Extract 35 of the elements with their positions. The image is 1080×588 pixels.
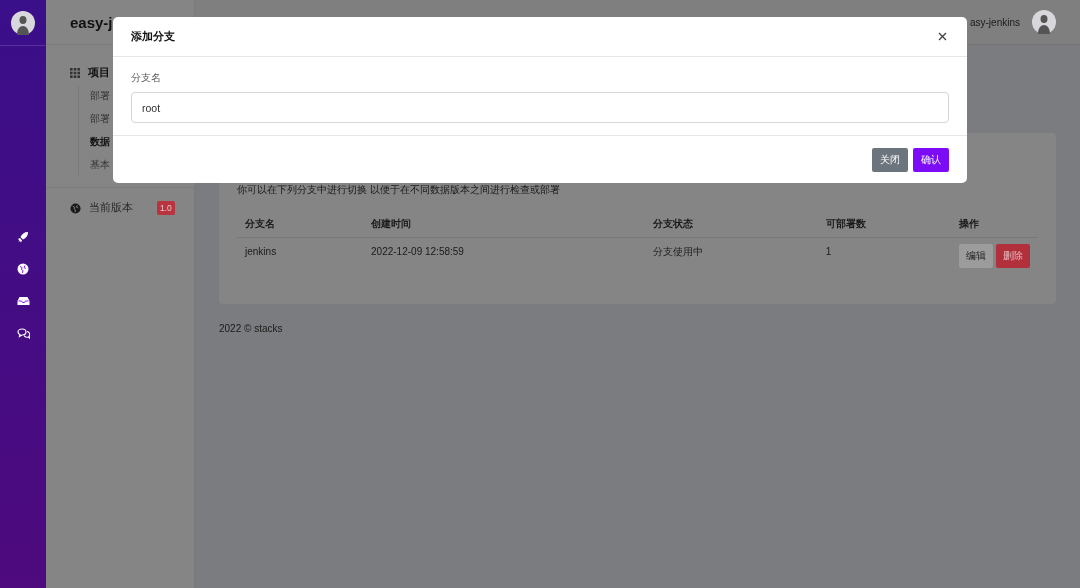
sidebar-item[interactable]: 数据	[90, 134, 110, 150]
user-name[interactable]: asy-jenkins	[969, 16, 1020, 28]
input-field[interactable]: root	[131, 92, 949, 123]
chat-icon[interactable]	[16, 327, 30, 339]
avatar-icon[interactable]	[1032, 10, 1056, 34]
version-badge: 1.0	[157, 201, 175, 215]
column-header: 创建时间	[363, 211, 646, 238]
edit-button[interactable]: 编辑	[959, 244, 993, 268]
globe-icon[interactable]	[17, 263, 29, 275]
version-label[interactable]: 当前版本	[89, 201, 133, 215]
grid-icon	[70, 67, 80, 78]
sidebar-item[interactable]: 部署	[90, 88, 110, 104]
confirm-button[interactable]: 确认	[913, 147, 949, 172]
sidebar-item[interactable]: 部署	[90, 111, 110, 127]
inbox-icon[interactable]	[16, 295, 30, 307]
dialog-title: 添加分支	[131, 29, 175, 44]
avatar-icon[interactable]	[11, 10, 35, 35]
table-cell: jenkins	[237, 237, 364, 274]
globe-icon	[70, 202, 81, 214]
table-cell: 分支使用中	[645, 237, 818, 274]
column-header: 分支名	[237, 211, 364, 238]
column-header: 分支状态	[645, 211, 818, 238]
column-header: 操作	[951, 211, 1038, 238]
field-label: 分支名	[131, 71, 162, 85]
sidebar-item[interactable]: 基本	[90, 157, 110, 173]
close-button[interactable]: 关闭	[872, 147, 908, 172]
table-cell: 1	[817, 237, 951, 274]
delete-button[interactable]: 删除	[996, 244, 1030, 268]
menu-group-title[interactable]: 项目	[88, 65, 110, 80]
rocket-icon[interactable]	[17, 231, 29, 243]
description: 你可以在下列分支中进行切换 以便于在不同数据版本之间进行检查或部署	[237, 183, 561, 197]
table-cell: 2022-12-09 12:58:59	[363, 237, 646, 274]
close-icon[interactable]	[936, 30, 949, 43]
column-header: 可部署数	[817, 211, 951, 238]
footer-text: 2022 © stacks	[219, 323, 284, 334]
